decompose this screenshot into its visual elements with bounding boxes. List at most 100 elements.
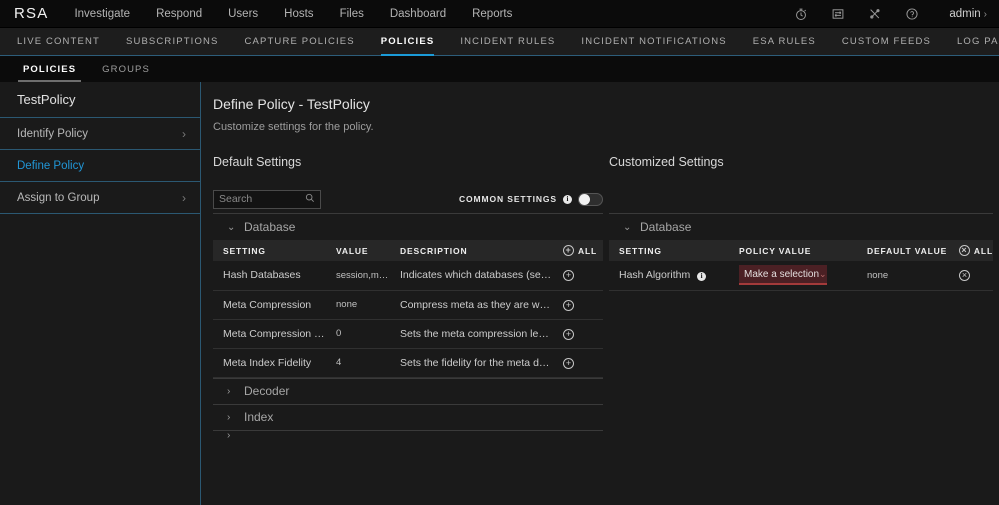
group-label: Index xyxy=(244,410,273,424)
chevron-down-icon: ⌄ xyxy=(623,222,632,233)
sidebar-item-assign-to-group[interactable]: Assign to Group › xyxy=(0,182,200,214)
modnav-item-subscriptions[interactable]: SUBSCRIPTIONS xyxy=(113,28,232,55)
sidebar-item-label: Identify Policy xyxy=(17,128,88,140)
topnav-item-investigate[interactable]: Investigate xyxy=(74,8,130,20)
table-row[interactable]: Meta Compression none Compress meta as t… xyxy=(213,290,603,319)
customized-settings-heading: Customized Settings xyxy=(609,155,999,177)
tasks-icon[interactable] xyxy=(830,6,845,21)
table-row[interactable]: Hash Databases session,met... Indicates … xyxy=(213,261,603,290)
remove-circle-icon[interactable]: × xyxy=(959,245,970,256)
add-circle-icon[interactable]: + xyxy=(563,358,574,369)
chevron-right-icon: › xyxy=(227,386,236,397)
cell-action: × xyxy=(949,261,993,290)
page-title: Define Policy - TestPolicy xyxy=(201,82,999,112)
group-label: Database xyxy=(640,220,691,234)
column-setting: SETTING xyxy=(609,240,729,261)
column-policy-value: POLICY VALUE xyxy=(729,240,857,261)
modnav-item-live-content[interactable]: LIVE CONTENT xyxy=(4,28,113,55)
chevron-right-icon: › xyxy=(984,9,987,20)
topnav-item-hosts[interactable]: Hosts xyxy=(284,8,313,20)
policy-value-dropdown[interactable]: Make a selection ⌄ xyxy=(739,265,827,285)
subnav-item-groups[interactable]: GROUPS xyxy=(89,56,163,82)
column-all-actions: × ALL xyxy=(949,240,993,261)
cell-action: + xyxy=(553,290,603,319)
admin-label: admin xyxy=(949,8,980,20)
group-header-database-customized[interactable]: ⌄ Database xyxy=(609,214,993,240)
info-icon[interactable]: i xyxy=(563,195,572,204)
cell-action: + xyxy=(553,319,603,348)
topnav-item-respond[interactable]: Respond xyxy=(156,8,202,20)
top-bar: RSA Investigate Respond Users Hosts File… xyxy=(0,0,999,28)
cell-setting: Hash Algorithm i xyxy=(609,261,729,290)
subnav-item-policies[interactable]: POLICIES xyxy=(10,56,89,82)
remove-circle-icon[interactable]: × xyxy=(959,270,970,281)
cell-value: 0 xyxy=(326,319,390,348)
group-header-partial[interactable]: › xyxy=(213,430,603,439)
default-settings-scroll-area[interactable]: ⌄ Database SETTING VALUE DESCRIPTION xyxy=(213,213,603,438)
cell-action: + xyxy=(553,261,603,290)
group-header-decoder[interactable]: › Decoder xyxy=(213,378,603,404)
modnav-item-incident-notifications[interactable]: INCIDENT NOTIFICATIONS xyxy=(568,28,739,55)
sidebar-item-identify-policy[interactable]: Identify Policy › xyxy=(0,118,200,150)
cell-setting: Meta Index Fidelity xyxy=(213,348,326,377)
modnav-item-capture-policies[interactable]: CAPTURE POLICIES xyxy=(232,28,368,55)
table-row[interactable]: Hash Algorithm i Make a selection ⌄ n xyxy=(609,261,993,290)
cell-setting: Meta Compression xyxy=(213,290,326,319)
group-label: Decoder xyxy=(244,384,289,398)
cell-setting: Hash Databases xyxy=(213,261,326,290)
common-settings-label: COMMON SETTINGS xyxy=(459,194,557,204)
settings-panels: Default Settings COMMON SETTINGS i xyxy=(201,155,999,438)
info-icon[interactable]: i xyxy=(697,272,706,281)
group-header-index[interactable]: › Index xyxy=(213,404,603,430)
all-label: ALL xyxy=(578,246,597,256)
sidebar-item-define-policy[interactable]: Define Policy xyxy=(0,150,200,182)
cell-value: 4 xyxy=(326,348,390,377)
table-row[interactable]: Meta Index Fidelity 4 Sets the fidelity … xyxy=(213,348,603,377)
top-icon-group: admin › xyxy=(793,6,987,21)
spacer xyxy=(609,177,999,209)
modnav-item-log-parser-rules[interactable]: LOG PARSER RULES xyxy=(944,28,999,55)
configure-icon[interactable] xyxy=(867,6,882,21)
group-header-database[interactable]: ⌄ Database xyxy=(213,214,603,240)
sidebar-policy-name: TestPolicy xyxy=(0,82,200,118)
topnav-item-reports[interactable]: Reports xyxy=(472,8,512,20)
add-circle-icon[interactable]: + xyxy=(563,300,574,311)
search-input[interactable] xyxy=(219,193,307,205)
cell-description: Indicates which databases (session, m... xyxy=(390,261,553,290)
admin-menu[interactable]: admin › xyxy=(949,8,987,20)
search-input-wrapper[interactable] xyxy=(213,190,321,209)
customized-settings-panel: Customized Settings ⌄ Database SETTING P… xyxy=(603,155,999,438)
timer-icon[interactable] xyxy=(793,6,808,21)
cell-policy-value: Make a selection ⌄ xyxy=(729,261,857,290)
chevron-right-icon: › xyxy=(227,430,236,439)
rsa-logo: RSA xyxy=(14,5,48,22)
topnav-item-dashboard[interactable]: Dashboard xyxy=(390,8,446,20)
dropdown-selected-label: Make a selection xyxy=(744,269,819,280)
topnav-item-files[interactable]: Files xyxy=(340,8,364,20)
modnav-item-incident-rules[interactable]: INCIDENT RULES xyxy=(447,28,568,55)
cell-action: + xyxy=(553,348,603,377)
chevron-right-icon: › xyxy=(182,127,186,141)
common-settings-toggle[interactable] xyxy=(578,193,603,206)
modnav-item-custom-feeds[interactable]: CUSTOM FEEDS xyxy=(829,28,944,55)
help-icon[interactable] xyxy=(904,6,919,21)
modnav-item-esa-rules[interactable]: ESA RULES xyxy=(740,28,829,55)
add-circle-icon[interactable]: + xyxy=(563,270,574,281)
column-value: VALUE xyxy=(326,240,390,261)
column-setting: SETTING xyxy=(213,240,326,261)
setting-label: Hash Algorithm xyxy=(619,269,690,281)
add-circle-icon[interactable]: + xyxy=(563,329,574,340)
sub-navigation: POLICIES GROUPS xyxy=(0,56,999,82)
column-default-value: DEFAULT VALUE xyxy=(857,240,949,261)
modnav-item-policies[interactable]: POLICIES xyxy=(368,28,448,55)
table-row[interactable]: Meta Compression Level 0 Sets the meta c… xyxy=(213,319,603,348)
table-header-row: SETTING VALUE DESCRIPTION + ALL xyxy=(213,240,603,261)
topnav-item-users[interactable]: Users xyxy=(228,8,258,20)
customized-settings-table: SETTING POLICY VALUE DEFAULT VALUE × ALL xyxy=(609,240,993,291)
cell-description: Sets the meta compression level. 1 m... xyxy=(390,319,553,348)
plus-circle-icon[interactable]: + xyxy=(563,245,574,256)
default-settings-table: SETTING VALUE DESCRIPTION + ALL xyxy=(213,240,603,378)
cell-value: none xyxy=(326,290,390,319)
chevron-right-icon: › xyxy=(182,191,186,205)
column-all-actions: + ALL xyxy=(553,240,603,261)
